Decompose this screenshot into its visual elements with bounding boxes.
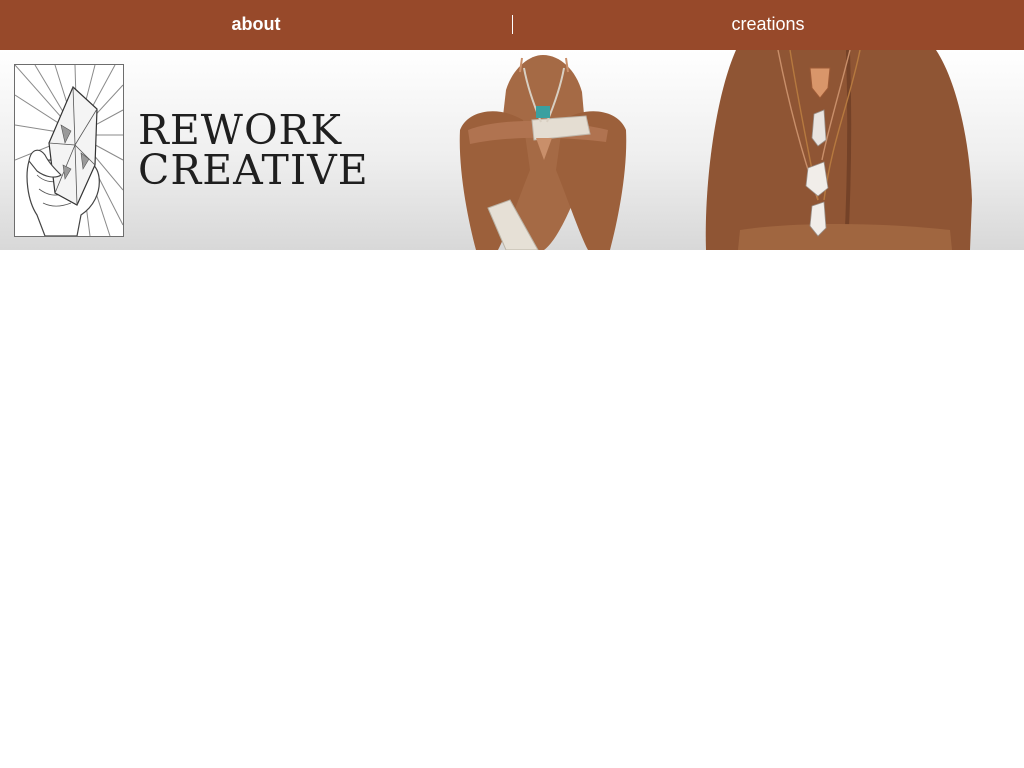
model-back-photo [700,50,980,250]
hand-holding-crystal-icon[interactable] [14,64,124,237]
top-nav-bar: about creations [0,0,1024,50]
seated-model-photo [448,50,638,250]
brand-name-line-2: CREATIVE [138,146,369,194]
nav-item-about[interactable]: about [0,0,512,50]
header-banner: REWORK CREATIVE [0,50,1024,250]
nav-item-creations[interactable]: creations [512,0,1024,50]
